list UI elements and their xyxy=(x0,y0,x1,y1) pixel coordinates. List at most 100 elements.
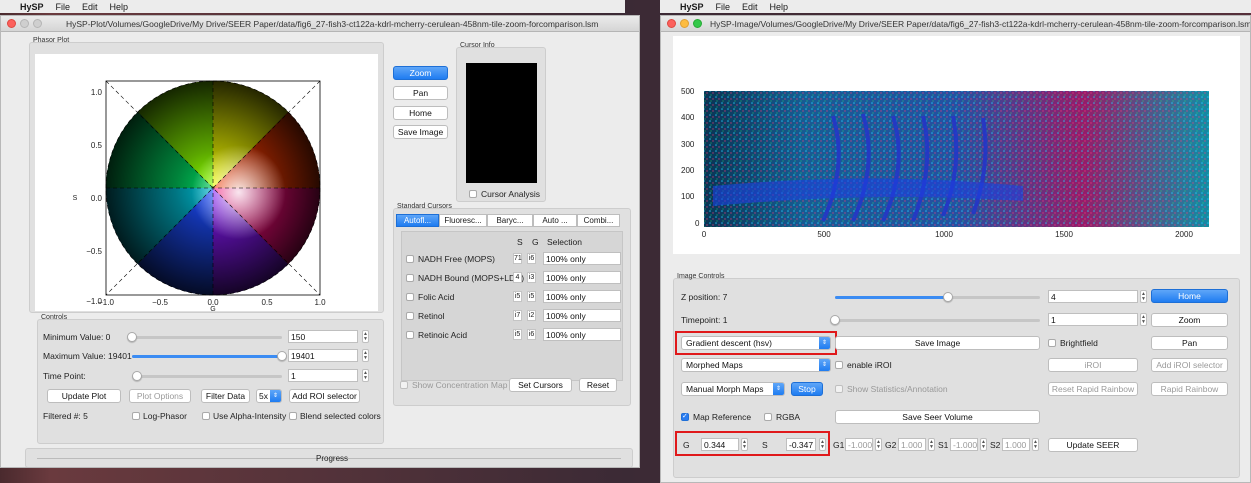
timepoint-field[interactable]: 1 xyxy=(1048,313,1138,326)
reset-button[interactable]: Reset xyxy=(579,378,617,392)
g-value-field[interactable]: 0.344 xyxy=(701,438,739,451)
cursor-row-checkbox[interactable] xyxy=(406,331,414,339)
update-seer-button[interactable]: Update SEER xyxy=(1048,438,1138,452)
cursor-row-s[interactable]: i5 xyxy=(513,329,522,340)
time-point-field[interactable]: 1 xyxy=(288,369,358,382)
s-value-stepper[interactable]: ▲ ▼ xyxy=(819,438,826,451)
iroi-button[interactable]: iROI xyxy=(1048,358,1138,372)
cursor-row-selection[interactable]: 100% only xyxy=(543,271,621,284)
g1-stepper[interactable]: ▲ ▼ xyxy=(875,438,882,451)
cursor-row-s[interactable]: 4 xyxy=(513,272,522,283)
minimum-value-stepper[interactable]: ▲ ▼ xyxy=(362,330,369,343)
close-button[interactable] xyxy=(7,19,16,28)
plot-options-button[interactable]: Plot Options xyxy=(129,389,191,403)
cursor-row-s[interactable]: i7 xyxy=(513,310,522,321)
time-point-slider-knob[interactable] xyxy=(132,371,142,381)
cursor-row-selection[interactable]: 100% only xyxy=(543,252,621,265)
cursor-row-g[interactable]: i2 xyxy=(527,310,536,321)
s1-value-field[interactable]: -1.000 xyxy=(950,438,978,451)
g-value-stepper[interactable]: ▲ ▼ xyxy=(741,438,748,451)
cursor-row-checkbox[interactable] xyxy=(406,255,414,263)
maximum-value-slider-knob[interactable] xyxy=(277,351,287,361)
minimum-value-slider-knob[interactable] xyxy=(127,332,137,342)
tab-combined[interactable]: Combi... xyxy=(577,214,620,227)
menu-file[interactable]: File xyxy=(56,2,71,12)
menu-help[interactable]: Help xyxy=(770,2,789,12)
pan-button[interactable]: Pan xyxy=(393,86,448,100)
time-point-stepper[interactable]: ▲ ▼ xyxy=(362,369,369,382)
z-position-field[interactable]: 4 xyxy=(1048,290,1138,303)
add-iroi-selector-button[interactable]: Add iROI selector xyxy=(1151,358,1228,372)
menu-file[interactable]: File xyxy=(716,2,731,12)
save-image-button[interactable]: Save Image xyxy=(835,336,1040,350)
brightfield-checkbox[interactable] xyxy=(1048,339,1056,347)
g2-value-field[interactable]: 1.000 xyxy=(898,438,926,451)
minimum-value-field[interactable]: 150 xyxy=(288,330,358,343)
time-point-slider[interactable] xyxy=(132,375,282,378)
rapid-rainbow-button[interactable]: Rapid Rainbow xyxy=(1151,382,1228,396)
maximum-value-stepper[interactable]: ▲ ▼ xyxy=(362,349,369,362)
tab-barycentric[interactable]: Baryc... xyxy=(487,214,533,227)
minimize-button[interactable] xyxy=(680,19,689,28)
manual-morph-maps-select[interactable]: Manual Morph Maps ⇕ xyxy=(681,382,785,396)
zoom-window-button[interactable] xyxy=(693,19,702,28)
s1-stepper[interactable]: ▲ ▼ xyxy=(980,438,987,451)
menu-edit[interactable]: Edit xyxy=(742,2,758,12)
minimize-button[interactable] xyxy=(20,19,29,28)
filter-data-button[interactable]: Filter Data xyxy=(201,389,250,403)
minimum-value-slider[interactable] xyxy=(132,336,282,339)
show-concentration-map-checkbox[interactable] xyxy=(400,381,408,389)
cursor-row-s[interactable]: i5 xyxy=(513,291,522,302)
zoom-button[interactable]: Zoom xyxy=(1151,313,1228,327)
cursor-row-selection[interactable]: 100% only xyxy=(543,328,621,341)
menu-help[interactable]: Help xyxy=(110,2,129,12)
rgba-checkbox[interactable] xyxy=(764,413,772,421)
cursor-row-g[interactable]: i5 xyxy=(527,291,536,302)
z-position-stepper[interactable]: ▲ ▼ xyxy=(1140,290,1147,303)
close-button[interactable] xyxy=(667,19,676,28)
update-plot-button[interactable]: Update Plot xyxy=(47,389,121,403)
timepoint-slider[interactable] xyxy=(835,319,1040,322)
menu-edit[interactable]: Edit xyxy=(82,2,98,12)
log-phasor-checkbox[interactable] xyxy=(132,412,140,420)
save-seer-volume-button[interactable]: Save Seer Volume xyxy=(835,410,1040,424)
show-statistics-checkbox[interactable] xyxy=(835,385,843,393)
s2-value-field[interactable]: 1.000 xyxy=(1002,438,1030,451)
alpha-intensity-checkbox[interactable] xyxy=(202,412,210,420)
pan-button[interactable]: Pan xyxy=(1151,336,1228,350)
g2-stepper[interactable]: ▲ ▼ xyxy=(928,438,935,451)
reset-rapid-rainbow-button[interactable]: Reset Rapid Rainbow xyxy=(1048,382,1138,396)
title-bar[interactable]: HySP-Image/Volumes/GoogleDrive/My Drive/… xyxy=(661,16,1250,32)
menu-app-name[interactable]: HySP xyxy=(20,2,44,12)
seer-image-view[interactable]: 500 400 300 200 100 0 0 500 1000 1500 20… xyxy=(673,36,1240,254)
tab-auto[interactable]: Auto ... xyxy=(533,214,577,227)
maximum-value-field[interactable]: 19401 xyxy=(288,349,358,362)
enable-iroi-checkbox[interactable] xyxy=(835,361,843,369)
g1-value-field[interactable]: -1.000 xyxy=(845,438,873,451)
cursor-row-checkbox[interactable] xyxy=(406,293,414,301)
zoom-window-button[interactable] xyxy=(33,19,42,28)
zoom-button[interactable]: Zoom xyxy=(393,66,448,80)
tab-fluorescent[interactable]: Fluoresc... xyxy=(439,214,487,227)
timepoint-slider-knob[interactable] xyxy=(830,315,840,325)
cursor-row-selection[interactable]: 100% only xyxy=(543,290,621,303)
title-bar[interactable]: HySP-Plot/Volumes/GoogleDrive/My Drive/S… xyxy=(1,16,639,32)
cursor-row-checkbox[interactable] xyxy=(406,312,414,320)
z-position-slider-knob[interactable] xyxy=(942,292,953,302)
cursor-row-s[interactable]: 71 xyxy=(513,253,522,264)
stop-button[interactable]: Stop xyxy=(791,382,823,396)
timepoint-stepper[interactable]: ▲ ▼ xyxy=(1140,313,1147,326)
blend-colors-checkbox[interactable] xyxy=(289,412,297,420)
add-roi-selector-button[interactable]: Add ROI selector xyxy=(289,389,360,403)
filter-multiplier-select[interactable]: 5x ⇕ xyxy=(256,389,282,403)
cursor-row-checkbox[interactable] xyxy=(406,274,414,282)
cursor-analysis-checkbox[interactable] xyxy=(469,190,477,198)
home-button[interactable]: Home xyxy=(1151,289,1228,303)
tab-autofluorescence[interactable]: Autofl... xyxy=(396,214,439,227)
morphed-maps-select[interactable]: Morphed Maps ⇕ xyxy=(681,358,831,372)
home-button[interactable]: Home xyxy=(393,106,448,120)
cursor-row-g[interactable]: i6 xyxy=(527,329,536,340)
map-reference-checkbox[interactable] xyxy=(681,412,689,421)
cursor-row-selection[interactable]: 100% only xyxy=(543,309,621,322)
cursor-row-g[interactable]: i6 xyxy=(527,253,536,264)
